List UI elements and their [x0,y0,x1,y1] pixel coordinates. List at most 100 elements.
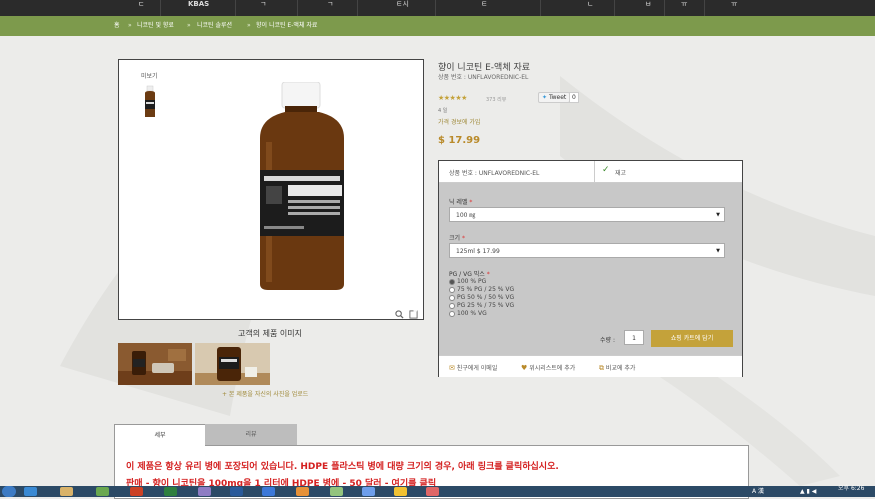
folder-icon[interactable] [60,487,73,496]
tab-detail[interactable]: 세부 [114,424,206,446]
radio[interactable] [449,286,455,293]
windows-taskbar: A 漢 ▲ ▮ ◀ 오후 6:26 [0,486,875,497]
quantity-label: 수량 : [600,337,615,344]
breadcrumb-separator: » [187,22,191,29]
expand-icon[interactable] [409,304,418,323]
options-form: 닉 레벨 * 100 ㎎ ▼ 크기 * 125ml $ 17.99 ▼ PG /… [439,183,742,355]
customer-image-2[interactable] [195,343,270,385]
nav-item-4[interactable]: ㄱ [327,0,333,8]
radio-selected[interactable] [449,278,455,285]
tray-icons[interactable]: ▲ ▮ ◀ [800,488,816,495]
app-icon[interactable] [198,487,211,496]
product-sku: 상품 번호 : UNFLAVOREDNIC-EL [438,74,529,81]
breadcrumb: 홈 » 니코틴 및 향료 » 니코틴 솔루션 » 향이 니코틴 E-액체 자료 [0,16,875,36]
dropdown-arrow-icon: ▼ [716,248,720,254]
price-alert-link[interactable]: 가격 경보에 가입 [438,117,480,126]
app-icon[interactable] [262,487,275,496]
pgvg-option-5[interactable]: 100 % VG [449,310,487,317]
zoom-icon[interactable] [395,304,404,323]
start-button[interactable] [2,486,16,497]
pgvg-option-2[interactable]: 75 % PG / 25 % VG [449,286,514,293]
header-divider [594,161,595,182]
ie-icon[interactable] [24,487,37,496]
app-icon[interactable] [330,487,343,496]
nav-separator [297,0,298,16]
twitter-bird-icon: ✦ [542,94,548,101]
nav-item-5[interactable]: ㅌ시 [396,0,409,8]
tab-review[interactable]: 리뷰 [205,424,297,445]
nic-level-value: 100 ㎎ [456,212,476,219]
radio[interactable] [449,294,455,301]
nic-level-select[interactable]: 100 ㎎ ▼ [449,207,725,222]
app-icon[interactable] [164,487,177,496]
tweet-label: Tweet [548,94,567,101]
compare-link[interactable]: ⧉ 비교에 추가 [599,363,635,373]
pgvg-option-3[interactable]: PG 50 % / 50 % VG [449,294,514,301]
language-bar[interactable]: A 漢 [752,488,764,495]
nav-separator [357,0,358,16]
customer-images-title: 고객의 제품 이미지 [238,329,302,338]
tweet-count: 0 [569,92,579,103]
add-to-cart-button[interactable]: 쇼핑 카트에 담기 [651,330,733,347]
size-label: 크기 * [449,235,465,242]
radio[interactable] [449,310,455,317]
taskbar-clock[interactable]: 오후 6:26 [838,486,864,492]
dropdown-arrow-icon: ▼ [716,212,720,218]
nav-item-1[interactable]: ㄷ [138,0,144,8]
pgvg-label: PG / VG 믹스 * [449,271,490,278]
breadcrumb-nicotine-solutions[interactable]: 니코틴 솔루션 [197,16,232,36]
nav-item-3[interactable]: ㄱ [260,0,266,8]
mail-icon[interactable] [362,487,375,496]
upload-photo-link[interactable]: + 본 제품을 자신의 사진을 업로드 [222,389,308,398]
nav-item-6[interactable]: ㅌ [481,0,487,8]
word-icon[interactable] [230,487,243,496]
app-icon[interactable] [130,487,143,496]
nav-separator [435,0,436,16]
top-navigation-bar: ㄷ KBAS ㄱ ㄱ ㅌ시 ㅌ ㄴ ㅂ ㅠ ㅠ [0,0,875,16]
options-sku: 상품 번호 : UNFLAVOREDNIC-EL [449,170,540,177]
checkmark-icon: ✓ [602,165,610,175]
nav-item-9[interactable]: ㅠ [681,0,687,8]
quantity-input[interactable]: 1 [624,330,644,345]
review-count-link[interactable]: 373 리뷰 [486,96,506,103]
pgvg-option-4[interactable]: PG 25 % / 75 % VG [449,302,514,309]
wishlist-link[interactable]: ♥ 위시리스트에 추가 [521,363,575,372]
size-value: 125ml $ 17.99 [456,248,500,255]
nic-level-label: 닉 레벨 * [449,199,473,206]
nav-item-2[interactable]: KBAS [188,0,209,8]
product-price: $ 17.99 [438,135,481,146]
app-icon[interactable] [96,487,109,496]
app-icon[interactable] [296,487,309,496]
radio[interactable] [449,302,455,309]
messenger-icon[interactable] [394,487,407,496]
breadcrumb-separator: » [128,22,132,29]
product-thumbnail[interactable] [142,85,158,119]
options-header: 상품 번호 : UNFLAVOREDNIC-EL ✓ 재고 [439,161,742,183]
stock-note: 4 일 [438,108,448,114]
in-stock-label: 재고 [615,170,627,177]
envelope-icon: ✉ [449,364,455,372]
preview-label: 미보기 [141,73,158,80]
nav-separator [614,0,615,16]
nav-item-10[interactable]: ㅠ [731,0,737,8]
options-footer: ✉ 친구에게 이메일 ♥ 위시리스트에 추가 ⧉ 비교에 추가 [439,355,742,377]
customer-image-1[interactable] [118,343,192,385]
email-friend-link[interactable]: ✉ 친구에게 이메일 [449,363,497,372]
pgvg-option-1[interactable]: 100 % PG [449,278,486,285]
nav-separator [235,0,236,16]
breadcrumb-nicotine-flavors[interactable]: 니코틴 및 향료 [137,16,174,36]
nav-item-8[interactable]: ㅂ [645,0,651,8]
breadcrumb-current: 향이 니코틴 E-액체 자료 [256,22,318,29]
nav-separator [160,0,161,16]
chrome-icon[interactable] [426,487,439,496]
tweet-button[interactable]: ✦ Tweet [538,92,571,103]
description-line-1: 이 제품은 항상 유리 병에 포장되어 있습니다. HDPE 플라스틱 병에 대… [126,462,559,472]
compare-icon: ⧉ [599,364,604,372]
size-select[interactable]: 125ml $ 17.99 ▼ [449,243,725,258]
rating-stars[interactable]: ★★★★★ [438,94,467,102]
nav-item-7[interactable]: ㄴ [587,0,593,8]
breadcrumb-separator: » [247,22,251,29]
bottle-image [260,82,344,290]
breadcrumb-home[interactable]: 홈 [114,16,120,36]
nav-separator [664,0,665,16]
